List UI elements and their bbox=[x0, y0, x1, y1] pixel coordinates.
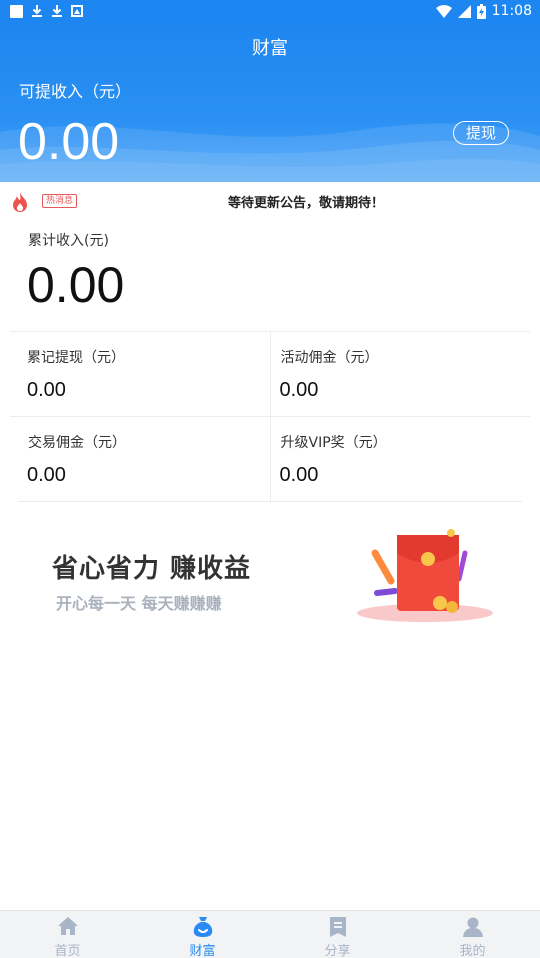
image-icon bbox=[71, 5, 83, 17]
stats-grid: 累记提现（元） 0.00 活动佣金（元） 0.00 交易佣金（元） 0.00 升… bbox=[10, 331, 530, 502]
stat-vip-reward: 升级VIP奖（元） 0.00 bbox=[269, 417, 523, 501]
tab-label: 分享 bbox=[324, 944, 351, 958]
tab-share[interactable]: 分享 bbox=[270, 911, 405, 958]
bottom-tab-bar: 首页 财富 分享 我的 bbox=[0, 910, 540, 958]
user-icon bbox=[462, 917, 483, 937]
home-icon bbox=[57, 917, 78, 935]
stats-row: 交易佣金（元） 0.00 升级VIP奖（元） 0.00 bbox=[18, 417, 522, 502]
share-doc-icon bbox=[329, 917, 346, 937]
promo-banner[interactable]: 省心省力 赚收益 开心每一天 每天赚赚赚 bbox=[0, 515, 540, 635]
tab-label: 财富 bbox=[189, 944, 216, 958]
notice-bar[interactable]: 热消息 等待更新公告，敬请期待！ bbox=[0, 182, 540, 220]
status-bar: 11:08 bbox=[0, 0, 540, 24]
tab-wealth[interactable]: 财富 bbox=[135, 911, 270, 958]
signal-icon bbox=[457, 4, 471, 18]
wealth-header: 财富 可提收入（元） 0.00 提现 bbox=[0, 24, 540, 182]
stat-label: 活动佣金（元） bbox=[280, 350, 379, 366]
tab-label: 我的 bbox=[459, 944, 486, 958]
stat-label: 升级VIP奖（元） bbox=[280, 435, 387, 451]
banner-title: 省心省力 赚收益 bbox=[52, 554, 252, 584]
stat-value: 0.00 bbox=[279, 464, 319, 486]
stat-value: 0.00 bbox=[27, 379, 66, 401]
banner-subtitle: 开心每一天 每天赚赚赚 bbox=[56, 594, 222, 613]
money-bag-icon bbox=[193, 917, 212, 937]
tab-home[interactable]: 首页 bbox=[0, 911, 135, 958]
status-system: 11:08 bbox=[435, 3, 532, 19]
status-notifications bbox=[10, 4, 83, 18]
stat-label: 交易佣金（元） bbox=[28, 435, 126, 451]
total-income-value: 0.00 bbox=[27, 257, 125, 313]
stat-value: 0.00 bbox=[27, 464, 66, 486]
stats-row: 累记提现（元） 0.00 活动佣金（元） 0.00 bbox=[10, 332, 530, 417]
stat-trade-commission: 交易佣金（元） 0.00 bbox=[18, 417, 270, 501]
wifi-icon bbox=[435, 4, 452, 18]
download-icon bbox=[32, 5, 42, 17]
clock: 11:08 bbox=[491, 3, 532, 19]
total-income-label: 累计收入(元) bbox=[28, 233, 109, 249]
stat-activity-commission: 活动佣金（元） 0.00 bbox=[269, 332, 531, 416]
stat-withdrawn: 累记提现（元） 0.00 bbox=[10, 332, 270, 416]
available-income-label: 可提收入（元） bbox=[19, 82, 132, 101]
tab-mine[interactable]: 我的 bbox=[405, 911, 540, 958]
red-envelope-icon bbox=[357, 529, 493, 622]
battery-icon bbox=[476, 3, 486, 19]
tab-label: 首页 bbox=[54, 944, 81, 958]
stat-label: 累记提现（元） bbox=[27, 350, 125, 366]
stat-value: 0.00 bbox=[279, 379, 319, 401]
notification-square-icon bbox=[10, 4, 23, 18]
page-title: 财富 bbox=[252, 38, 288, 59]
withdraw-button[interactable]: 提现 bbox=[453, 121, 509, 145]
notice-text: 等待更新公告，敬请期待！ bbox=[227, 196, 384, 211]
download-icon bbox=[52, 5, 62, 17]
available-income-value: 0.00 bbox=[18, 113, 120, 171]
